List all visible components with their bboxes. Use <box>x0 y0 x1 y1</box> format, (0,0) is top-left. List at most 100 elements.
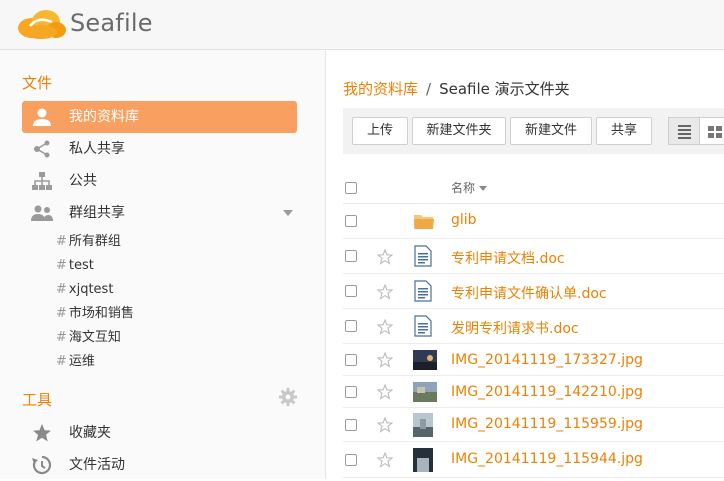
select-all-checkbox[interactable] <box>345 182 357 194</box>
toolbar: 上传 新建文件夹 新建文件 共享 <box>343 108 724 154</box>
breadcrumb: 我的资料库 / Seafile 演示文件夹 <box>343 78 570 99</box>
brand-name[interactable]: Seafile <box>70 9 153 37</box>
nav-group-share[interactable]: 群组共享 <box>22 197 297 229</box>
nav-activities[interactable]: 文件活动 <box>22 449 297 481</box>
group-item[interactable]: # 海文互知 <box>56 327 121 349</box>
row-checkbox[interactable] <box>345 215 357 227</box>
group-icon <box>31 205 53 221</box>
table-row[interactable]: 专利申请文件确认单.doc <box>343 274 724 309</box>
upload-button[interactable]: 上传 <box>352 117 408 145</box>
document-icon <box>414 315 432 337</box>
star-outline-icon[interactable] <box>377 384 393 400</box>
share-button[interactable]: 共享 <box>596 117 652 145</box>
star-outline-icon[interactable] <box>377 417 393 433</box>
history-icon <box>32 455 52 475</box>
name-header-label: 名称 <box>451 181 476 195</box>
table-header: 名称 <box>343 174 724 204</box>
group-item[interactable]: # 运维 <box>56 351 95 373</box>
star-icon <box>33 424 51 442</box>
new-file-button[interactable]: 新建文件 <box>510 117 592 145</box>
row-checkbox[interactable] <box>345 285 357 297</box>
hash-icon: # <box>56 306 67 321</box>
files-section-title: 文件 <box>22 74 53 92</box>
group-label: xjqtest <box>68 282 114 297</box>
main-content: 我的资料库 / Seafile 演示文件夹 上传 新建文件夹 新建文件 共享 名… <box>327 50 724 479</box>
nav-label: 私人共享 <box>69 141 125 157</box>
hash-icon: # <box>56 354 67 369</box>
row-checkbox[interactable] <box>345 320 357 332</box>
row-checkbox[interactable] <box>345 419 357 431</box>
star-outline-icon[interactable] <box>377 284 393 300</box>
group-label: 所有群组 <box>68 234 121 249</box>
nav-label: 我的资料库 <box>69 109 139 125</box>
hash-icon: # <box>56 330 67 345</box>
nav-private-share[interactable]: 私人共享 <box>22 133 297 165</box>
file-name-link[interactable]: IMG_20141119_142210.jpg <box>451 384 643 400</box>
file-name-link[interactable]: IMG_20141119_115959.jpg <box>451 416 643 432</box>
document-icon <box>414 280 432 302</box>
group-label: 运维 <box>68 354 95 369</box>
group-label: 海文互知 <box>68 330 121 345</box>
nav-label: 公共 <box>69 173 97 189</box>
group-item[interactable]: # xjqtest <box>56 279 113 301</box>
tools-section-title: 工具 <box>22 391 53 409</box>
star-outline-icon[interactable] <box>377 319 393 335</box>
file-name-link[interactable]: 专利申请文档.doc <box>451 248 565 268</box>
name-column-header[interactable]: 名称 <box>451 179 488 196</box>
group-item[interactable]: # 市场和销售 <box>56 303 134 325</box>
file-name-link[interactable]: glib <box>451 212 477 228</box>
hash-icon: # <box>56 282 67 297</box>
table-row[interactable]: glib <box>343 204 724 239</box>
sort-down-icon <box>479 186 488 191</box>
row-checkbox[interactable] <box>345 454 357 466</box>
image-thumbnail-icon <box>413 448 433 472</box>
grid-view-button[interactable] <box>699 117 724 145</box>
row-checkbox[interactable] <box>345 386 357 398</box>
image-thumbnail-icon <box>413 350 437 370</box>
new-folder-button[interactable]: 新建文件夹 <box>412 117 506 145</box>
nav-starred[interactable]: 收藏夹 <box>22 417 297 449</box>
group-item[interactable]: # test <box>56 255 94 277</box>
table-row[interactable]: IMG_20141119_115944.jpg <box>343 442 724 478</box>
row-checkbox[interactable] <box>345 250 357 262</box>
file-name-link[interactable]: 专利申请文件确认单.doc <box>451 283 607 303</box>
gear-icon[interactable] <box>278 387 298 407</box>
table-row[interactable]: IMG_20141119_173327.jpg <box>343 344 724 376</box>
list-icon <box>678 125 691 139</box>
star-outline-icon[interactable] <box>377 452 393 468</box>
breadcrumb-separator: / <box>426 80 432 98</box>
nav-public[interactable]: 公共 <box>22 165 297 197</box>
group-label: 市场和销售 <box>68 306 134 321</box>
sidebar: 文件 我的资料库 私人共享 公共 群组共享 # 所有群组 # test # xj… <box>0 50 326 479</box>
table-row[interactable]: 专利申请文档.doc <box>343 239 724 274</box>
group-item[interactable]: # 所有群组 <box>56 231 121 253</box>
breadcrumb-root-link[interactable]: 我的资料库 <box>343 80 418 98</box>
nav-label: 收藏夹 <box>69 425 111 441</box>
image-thumbnail-icon <box>413 382 437 402</box>
folder-icon <box>414 215 434 229</box>
file-name-link[interactable]: 发明专利请求书.doc <box>451 318 579 338</box>
grid-icon <box>708 126 722 138</box>
hash-icon: # <box>56 234 67 249</box>
star-outline-icon[interactable] <box>377 249 393 265</box>
top-header: Seafile <box>0 0 724 50</box>
hash-icon: # <box>56 258 67 273</box>
row-checkbox[interactable] <box>345 354 357 366</box>
file-name-link[interactable]: IMG_20141119_115944.jpg <box>451 451 643 467</box>
star-outline-icon[interactable] <box>377 352 393 368</box>
nav-my-libraries[interactable]: 我的资料库 <box>22 101 297 133</box>
nav-label: 群组共享 <box>69 205 125 221</box>
table-row[interactable]: 发明专利请求书.doc <box>343 309 724 344</box>
group-label: test <box>68 258 94 273</box>
table-row[interactable]: IMG_20141119_142210.jpg <box>343 376 724 408</box>
org-icon <box>32 172 52 190</box>
chevron-down-icon[interactable] <box>283 210 293 216</box>
image-thumbnail-icon <box>413 413 433 437</box>
user-icon <box>33 108 51 126</box>
nav-label: 文件活动 <box>69 457 125 473</box>
seafile-logo-icon[interactable] <box>16 6 68 40</box>
share-icon <box>34 140 50 158</box>
table-row[interactable]: IMG_20141119_115959.jpg <box>343 408 724 442</box>
list-view-button[interactable] <box>668 117 700 145</box>
file-name-link[interactable]: IMG_20141119_173327.jpg <box>451 352 643 368</box>
